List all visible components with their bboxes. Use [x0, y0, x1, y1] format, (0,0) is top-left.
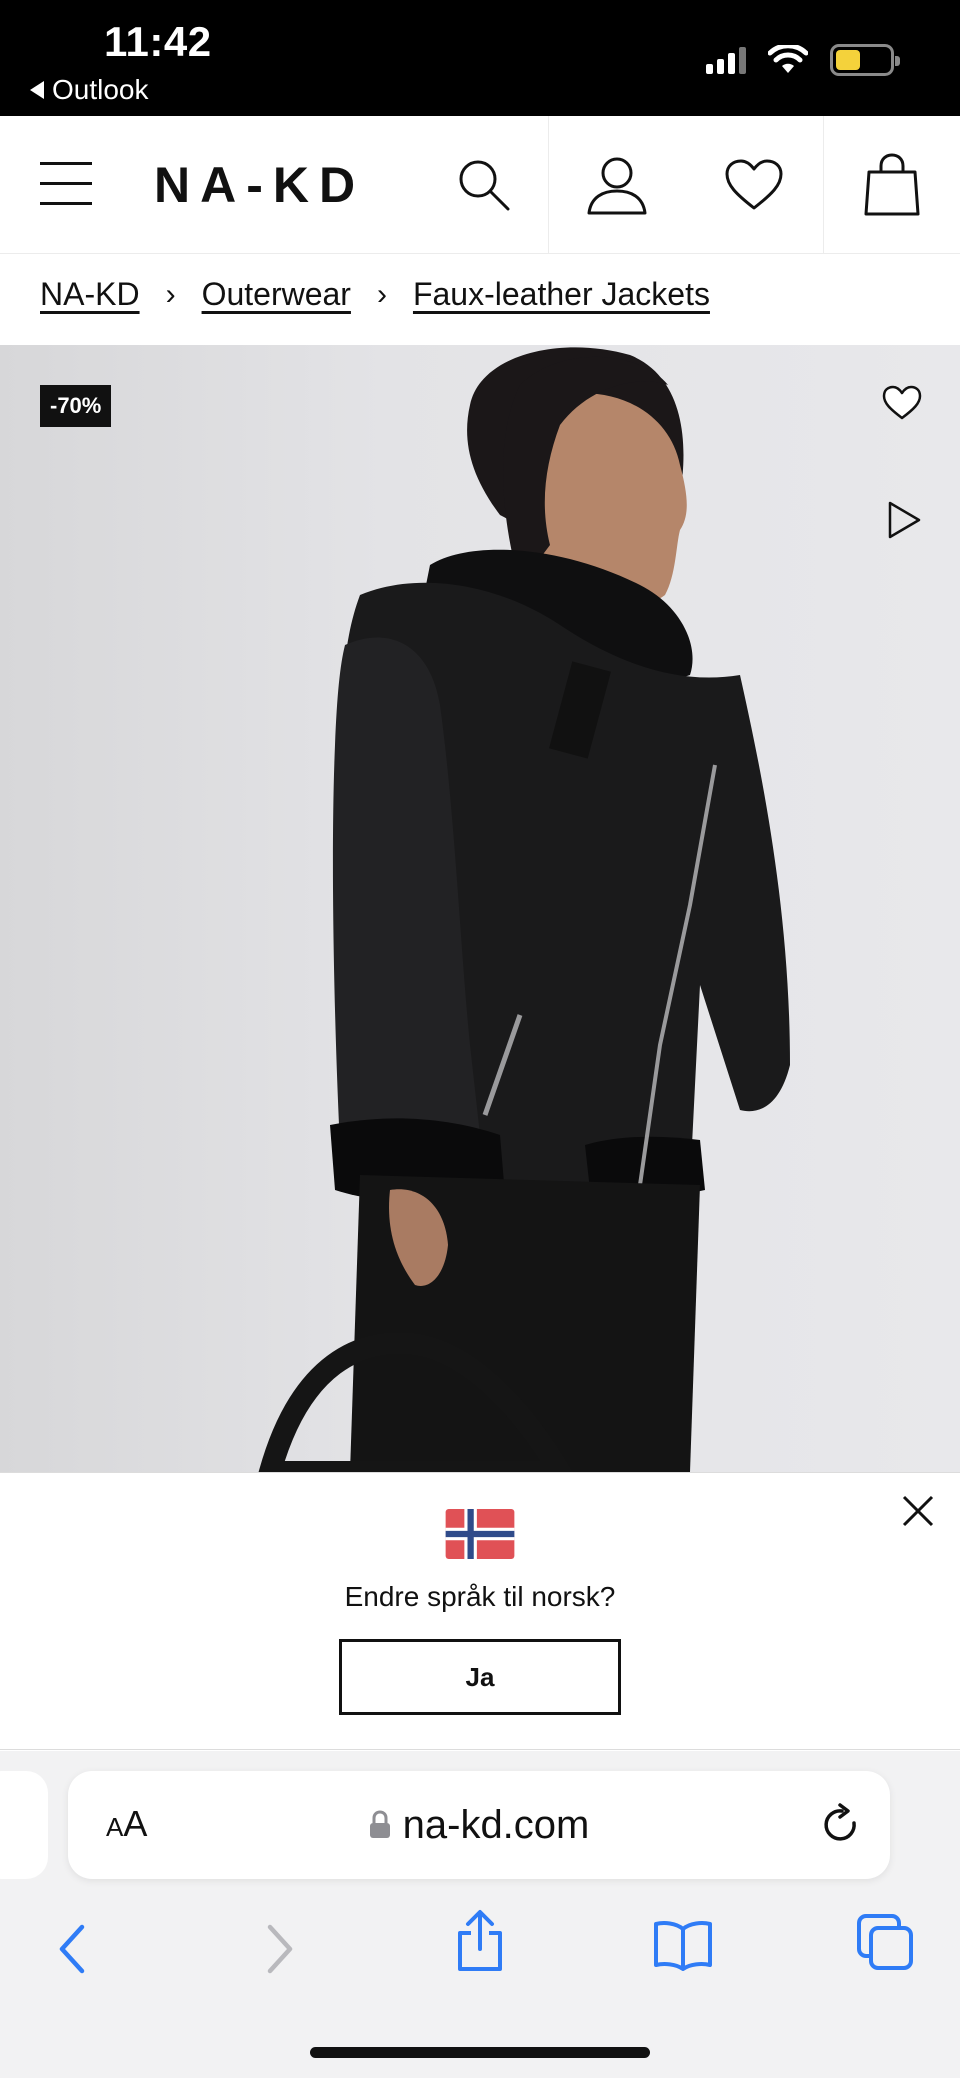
- confirm-language-button[interactable]: Ja: [339, 1639, 621, 1715]
- share-icon[interactable]: [454, 1909, 506, 1973]
- breadcrumb-separator: ›: [376, 277, 387, 311]
- text-size-large: A: [123, 1803, 148, 1844]
- close-icon[interactable]: [898, 1491, 938, 1531]
- battery-icon: [830, 44, 900, 76]
- text-size-small: A: [106, 1812, 124, 1842]
- status-icons: [706, 44, 900, 76]
- discount-badge: -70%: [40, 385, 112, 427]
- breadcrumb-faux-leather-jackets[interactable]: Faux-leather Jackets: [413, 276, 710, 313]
- back-triangle-icon: [30, 81, 44, 99]
- lock-icon: [369, 1810, 390, 1838]
- bag-icon[interactable]: [824, 116, 960, 254]
- wishlist-heart-icon[interactable]: [685, 116, 823, 254]
- reload-icon[interactable]: [822, 1803, 862, 1847]
- status-time: 11:42: [104, 18, 212, 65]
- favorite-heart-icon[interactable]: [882, 385, 922, 421]
- back-app-label: Outlook: [52, 74, 149, 105]
- url-display[interactable]: na-kd.com: [68, 1771, 890, 1879]
- tabs-icon[interactable]: [856, 1913, 916, 1973]
- url-text: na-kd.com: [402, 1802, 590, 1847]
- breadcrumb: NA-KD › Outerwear › Faux-leather Jackets: [40, 276, 710, 313]
- status-bar: 11:42 Outlook: [0, 0, 960, 116]
- language-banner: Endre språk til norsk? Ja: [0, 1472, 960, 1750]
- address-bar[interactable]: na-kd.com AA: [68, 1771, 890, 1879]
- breadcrumb-home[interactable]: NA-KD: [40, 276, 140, 313]
- previous-tab[interactable]: [0, 1771, 48, 1879]
- breadcrumb-outerwear[interactable]: Outerwear: [202, 276, 351, 313]
- product-image[interactable]: -70%: [0, 345, 960, 1472]
- play-icon[interactable]: [886, 500, 922, 540]
- forward-icon[interactable]: [262, 1923, 298, 1975]
- home-indicator[interactable]: [310, 2047, 650, 2058]
- site-header: NA-KD: [0, 116, 960, 254]
- text-size-button[interactable]: AA: [106, 1803, 147, 1845]
- menu-icon[interactable]: [40, 162, 94, 206]
- browser-toolbar: [0, 1901, 960, 1991]
- wifi-icon: [768, 45, 808, 73]
- account-icon[interactable]: [549, 116, 685, 254]
- product-photo: [258, 347, 790, 1472]
- back-icon[interactable]: [54, 1923, 90, 1975]
- norway-flag-icon: [445, 1509, 515, 1559]
- signal-icon: [706, 46, 746, 74]
- breadcrumb-separator: ›: [165, 277, 176, 311]
- logo[interactable]: NA-KD: [154, 156, 365, 214]
- search-icon[interactable]: [420, 116, 548, 254]
- bookmarks-icon[interactable]: [652, 1919, 714, 1971]
- back-to-app-link[interactable]: Outlook: [30, 74, 149, 106]
- browser-chrome: na-kd.com AA: [0, 1751, 960, 2078]
- language-question: Endre språk til norsk?: [344, 1581, 616, 1612]
